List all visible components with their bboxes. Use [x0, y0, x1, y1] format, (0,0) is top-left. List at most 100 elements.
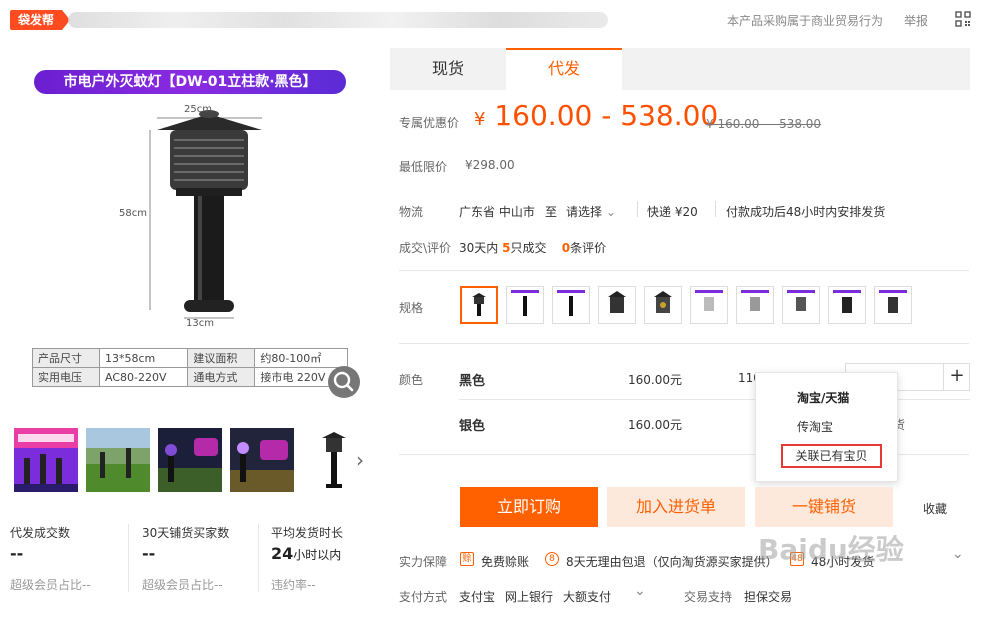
review-unit: 条评价: [570, 241, 607, 255]
chevron-down-icon: ⌄: [605, 205, 616, 219]
link-existing-item[interactable]: 关联已有宝贝: [781, 444, 882, 468]
popup-title: 淘宝/天猫: [797, 391, 850, 405]
spec-table: 产品尺寸 13*58cm 建议面积 约80-100㎡ 实用电压 AC80-220…: [32, 348, 348, 387]
trade-stats: 30天内 5只成交 0条评价: [459, 239, 606, 256]
table-row: 产品尺寸 13*58cm 建议面积 约80-100㎡: [32, 348, 348, 368]
ship-promise: 付款成功后48小时内安排发货: [726, 205, 886, 219]
dimension-height: 58cm: [119, 208, 147, 219]
stat-value: --: [10, 544, 24, 563]
lamp-icon: [741, 290, 769, 311]
price-label: 专属优惠价: [399, 116, 460, 130]
table-cell: 实用电压: [32, 367, 100, 387]
guarantee-item: 8天无理由包退（仅向淘货源买家提供）: [566, 555, 771, 569]
dimension-base: 13cm: [186, 318, 214, 329]
plus-icon[interactable]: +: [943, 363, 970, 391]
destination-select[interactable]: 请选择 ⌄: [566, 203, 616, 220]
sku-option[interactable]: [460, 286, 498, 324]
express-fee: 快递 ¥20: [647, 205, 698, 219]
baidu-watermark: Baidu经验: [758, 533, 904, 566]
logistics-label: 物流: [399, 205, 424, 219]
chevron-right-icon[interactable]: ›: [356, 448, 364, 472]
stat-label: 30天铺货买家数: [142, 526, 230, 540]
color-name: 银色: [459, 419, 486, 434]
trade-days: 30天内: [459, 241, 499, 255]
price-low: 160.00: [494, 99, 593, 132]
qrcode-icon[interactable]: [955, 11, 971, 27]
stat-value: 24小时以内: [271, 544, 341, 563]
sku-option[interactable]: [598, 286, 636, 324]
original-price: ¥ 160.00 — 538.00: [706, 117, 822, 131]
sku-option[interactable]: [644, 286, 682, 324]
pay-method: 支付宝: [459, 590, 496, 604]
zoom-button[interactable]: [328, 366, 360, 398]
lamp-icon: [879, 290, 907, 313]
table-cell: 建议面积: [187, 348, 256, 368]
order-now-button[interactable]: 立即订购: [460, 487, 598, 527]
table-row: 实用电压 AC80-220V 通电方式 接市电 220V: [32, 367, 348, 387]
tab-dropship[interactable]: 代发: [506, 48, 622, 90]
currency-symbol: ¥: [474, 109, 486, 130]
lamp-icon: [557, 290, 585, 316]
thumbnail-3[interactable]: [158, 428, 222, 492]
blurred-product-title: [68, 12, 608, 28]
divider: [258, 524, 259, 592]
guarantee-label: 实力保障: [399, 555, 448, 569]
sku-option[interactable]: [690, 286, 728, 324]
stat-sub: 超级会员占比--: [10, 578, 91, 592]
chevron-down-icon[interactable]: ⌄: [634, 583, 646, 599]
min-price-label: 最低限价: [399, 160, 448, 174]
lamp-icon: [472, 293, 486, 316]
spec-label: 规格: [399, 301, 424, 315]
thumbnail-4[interactable]: [230, 428, 294, 492]
divider: [128, 524, 129, 592]
stat-value: --: [142, 544, 156, 563]
sku-option[interactable]: [874, 286, 912, 324]
report-link[interactable]: 举报: [904, 12, 928, 29]
color-price: 160.00元: [628, 418, 682, 432]
trade-count-unit: 只成交: [510, 241, 547, 255]
ship-to-word: 至: [545, 205, 558, 219]
one-click-distribute-button[interactable]: 一键铺货: [755, 487, 893, 527]
thumbnail-1[interactable]: [14, 428, 78, 492]
support-value: 担保交易: [744, 590, 793, 604]
tab-in-stock[interactable]: 现货: [390, 48, 506, 90]
review-count[interactable]: 0: [562, 241, 570, 255]
chevron-down-icon[interactable]: ⌄: [952, 546, 964, 562]
sku-option[interactable]: [506, 286, 544, 324]
commerce-notice: 本产品采购属于商业贸易行为: [727, 14, 884, 28]
destination-select-label: 请选择: [566, 205, 603, 219]
price-dash: -: [601, 99, 612, 132]
return-icon: 8: [545, 552, 559, 566]
color-label: 颜色: [399, 373, 424, 387]
pay-method: 大额支付: [563, 590, 612, 604]
ship-hours: 24: [271, 544, 294, 563]
stat-sub: 违约率--: [271, 578, 316, 592]
dimension-width: 25cm: [184, 104, 212, 115]
table-cell: 13*58cm: [98, 348, 189, 368]
divider: [399, 343, 969, 344]
sku-option[interactable]: [736, 286, 774, 324]
stat-label: 代发成交数: [10, 526, 71, 540]
table-cell: 通电方式: [187, 367, 256, 387]
lamp-icon: [608, 291, 626, 313]
sku-option[interactable]: [782, 286, 820, 324]
thumbnail-2[interactable]: [86, 428, 150, 492]
sku-option[interactable]: [828, 286, 866, 324]
brand-badge[interactable]: 袋发帮: [10, 10, 71, 30]
product-banner: 市电户外灭蚊灯【DW-01立柱款·黑色】: [34, 70, 346, 94]
price-range: ¥ 160.00 - 538.00: [474, 99, 718, 132]
upload-taobao-item[interactable]: 传淘宝: [797, 418, 833, 435]
sku-option[interactable]: [552, 286, 590, 324]
divider: [399, 270, 969, 271]
add-to-cart-button[interactable]: 加入进货单: [607, 487, 745, 527]
price-high: 538.00: [620, 99, 719, 132]
min-price-value: ¥298.00: [465, 158, 515, 172]
favorite-button[interactable]: 收藏: [923, 500, 947, 517]
table-cell: 约80-100㎡: [254, 348, 348, 368]
divider: [637, 201, 638, 217]
table-cell: AC80-220V: [98, 367, 189, 387]
magnifier-icon: [333, 371, 354, 392]
ship-unit: 小时以内: [293, 548, 342, 562]
color-name: 黑色: [459, 374, 486, 389]
lamp-icon: [654, 291, 672, 313]
